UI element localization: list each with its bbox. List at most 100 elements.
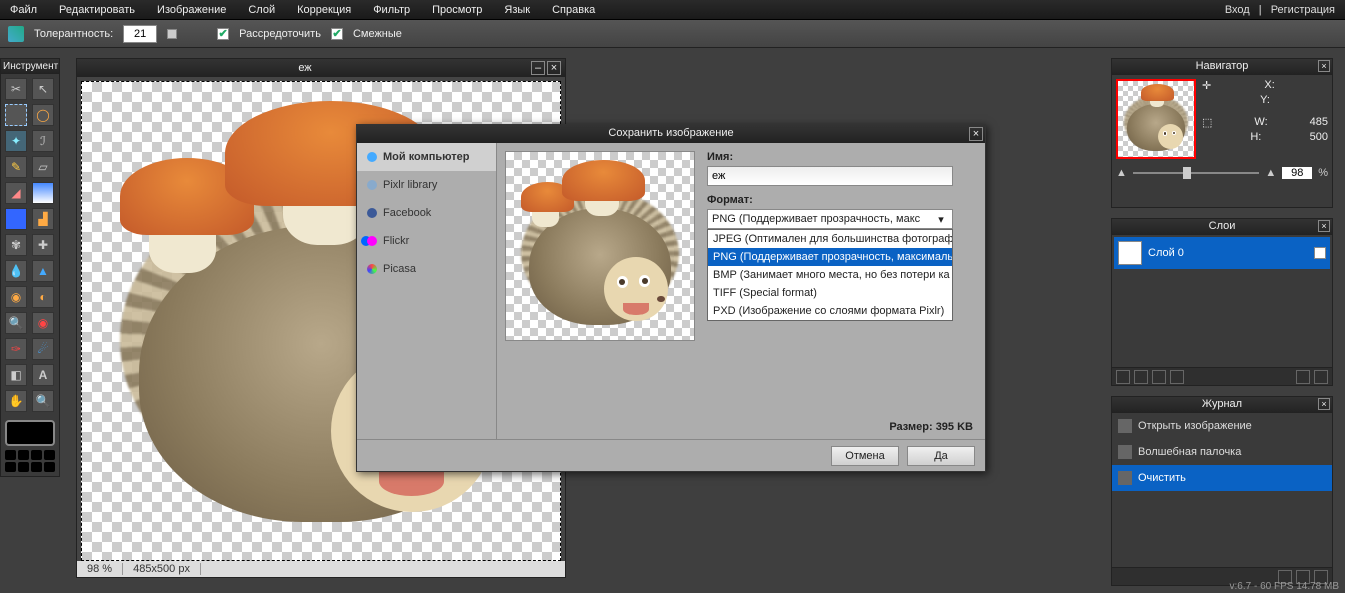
smudge-tool[interactable]: ☄ — [32, 338, 54, 360]
zoom-value[interactable]: 98 — [1282, 167, 1312, 179]
toolbox-title: Инструмент — [1, 59, 59, 74]
menu-edit[interactable]: Редактировать — [59, 4, 135, 16]
tolerance-stepper[interactable] — [167, 29, 177, 39]
color-palette[interactable] — [5, 450, 55, 472]
menu-image[interactable]: Изображение — [157, 4, 226, 16]
dialog-close-icon[interactable]: × — [969, 127, 983, 141]
destination-list: Мой компьютер Pixlr library Facebook Fli… — [357, 143, 497, 439]
eraser-tool[interactable]: ▱ — [32, 156, 54, 178]
navigator-thumbnail[interactable] — [1116, 79, 1196, 159]
pixlr-icon — [367, 180, 377, 190]
layer-settings-icon[interactable] — [1296, 370, 1310, 384]
nav-zoom-tool[interactable]: 🔍 — [32, 390, 54, 412]
format-select[interactable]: PNG (Поддерживает прозрачность, макс▾ — [707, 209, 953, 229]
picasa-icon — [367, 264, 377, 274]
format-option-tiff[interactable]: TIFF (Special format) — [708, 284, 952, 302]
hand-tool[interactable]: ✋ — [5, 390, 27, 412]
history-title: Журнал — [1202, 398, 1242, 410]
contiguous-label: Смежные — [353, 28, 402, 40]
type-tool[interactable]: A — [32, 364, 54, 386]
login-link[interactable]: Вход — [1225, 4, 1250, 16]
save-preview — [505, 151, 695, 341]
dest-flickr[interactable]: Flickr — [357, 227, 496, 255]
flickr-icon — [367, 236, 377, 246]
crop-tool[interactable]: ✂ — [5, 78, 27, 100]
nav-h-value: 500 — [1310, 131, 1328, 143]
format-option-png[interactable]: PNG (Поддерживает прозрачность, максимал… — [708, 248, 952, 266]
dodge-tool[interactable]: ◐ — [32, 286, 54, 308]
zoom-status: 98 % — [77, 563, 123, 575]
layers-close-icon[interactable]: × — [1318, 220, 1330, 232]
marquee-tool[interactable] — [5, 104, 27, 126]
history-close-icon[interactable]: × — [1318, 398, 1330, 410]
wand-tool[interactable]: ✦ — [5, 130, 27, 152]
fill-tool[interactable] — [5, 208, 27, 230]
app-status: v:6.7 - 60 FPS 14.78 MB — [1230, 581, 1340, 593]
eyedropper-tool[interactable]: ✑ — [5, 338, 27, 360]
zoom-in-icon[interactable]: ▲ — [1265, 167, 1276, 179]
save-dialog: Сохранить изображение× Мой компьютер Pix… — [356, 124, 986, 472]
zoom-tool[interactable]: 🔍 — [5, 312, 27, 334]
delete-layer-icon[interactable] — [1314, 370, 1328, 384]
history-item-open[interactable]: Открыть изображение — [1112, 413, 1332, 439]
history-item-clear[interactable]: Очистить — [1112, 465, 1332, 491]
document-title: еж — [81, 62, 529, 74]
lasso-tool[interactable]: ◯ — [32, 104, 54, 126]
layer-up-icon[interactable] — [1152, 370, 1166, 384]
gradient-tool[interactable] — [32, 182, 54, 204]
duplicate-layer-icon[interactable] — [1134, 370, 1148, 384]
shape-tool[interactable]: ◧ — [5, 364, 27, 386]
redeye-tool[interactable]: ◉ — [32, 312, 54, 334]
pencil-tool[interactable]: ✎ — [5, 156, 27, 178]
paint-tool[interactable]: ◢ — [5, 182, 27, 204]
format-option-pxd[interactable]: PXD (Изображение со слоями формата Pixlr… — [708, 302, 952, 320]
wand-icon — [8, 26, 24, 42]
menu-adjustment[interactable]: Коррекция — [297, 4, 351, 16]
sharpen-tool[interactable]: ▲ — [32, 260, 54, 282]
clone-tool[interactable]: ▟ — [32, 208, 54, 230]
blur-tool[interactable]: 💧 — [5, 260, 27, 282]
toolbox-panel: Инструмент ✂ ↖ ◯ ✦ ℐ ✎ ▱ ◢ ▟ ✾ ✚ 💧 ▲ ◉ ◐… — [0, 58, 60, 477]
color-swatch[interactable] — [5, 420, 55, 446]
contiguous-checkbox[interactable]: ✔ — [331, 28, 343, 40]
navigator-close-icon[interactable]: × — [1318, 60, 1330, 72]
new-layer-icon[interactable] — [1116, 370, 1130, 384]
menu-layer[interactable]: Слой — [248, 4, 275, 16]
dest-pixlr[interactable]: Pixlr library — [357, 171, 496, 199]
zoom-slider[interactable] — [1133, 172, 1259, 174]
dest-facebook[interactable]: Facebook — [357, 199, 496, 227]
filename-input[interactable] — [707, 166, 953, 186]
format-option-bmp[interactable]: BMP (Занимает много места, но без потери… — [708, 266, 952, 284]
brush-tool[interactable]: ℐ — [32, 130, 54, 152]
cancel-button[interactable]: Отмена — [831, 446, 899, 466]
facebook-icon — [367, 208, 377, 218]
layer-name: Слой 0 — [1148, 247, 1184, 259]
layer-visibility-checkbox[interactable]: ✔ — [1314, 247, 1326, 259]
menu-help[interactable]: Справка — [552, 4, 595, 16]
format-option-jpeg[interactable]: JPEG (Оптимален для большинства фотограф… — [708, 230, 952, 248]
stamp-tool[interactable]: ✾ — [5, 234, 27, 256]
heal-tool[interactable]: ✚ — [32, 234, 54, 256]
menu-view[interactable]: Просмотр — [432, 4, 482, 16]
ok-button[interactable]: Да — [907, 446, 975, 466]
nav-w-label: W: — [1254, 116, 1267, 129]
close-button[interactable]: × — [547, 61, 561, 75]
tolerance-input[interactable] — [123, 25, 157, 43]
sponge-tool[interactable]: ◉ — [5, 286, 27, 308]
history-item-wand[interactable]: Волшебная палочка — [1112, 439, 1332, 465]
zoom-out-icon[interactable]: ▲ — [1116, 167, 1127, 179]
menu-language[interactable]: Язык — [504, 4, 530, 16]
nav-h-label: H: — [1250, 131, 1261, 143]
minimize-button[interactable]: – — [531, 61, 545, 75]
layer-down-icon[interactable] — [1170, 370, 1184, 384]
antialias-checkbox[interactable]: ✔ — [217, 28, 229, 40]
menu-filter[interactable]: Фильтр — [373, 4, 410, 16]
move-tool[interactable]: ↖ — [32, 78, 54, 100]
dest-picasa[interactable]: Picasa — [357, 255, 496, 283]
history-panel: Журнал × Открыть изображение Волшебная па… — [1111, 396, 1333, 586]
layer-row[interactable]: Слой 0 ✔ — [1114, 237, 1330, 269]
dest-my-computer[interactable]: Мой компьютер — [357, 143, 496, 171]
register-link[interactable]: Регистрация — [1271, 4, 1335, 16]
menu-file[interactable]: Файл — [10, 4, 37, 16]
wand-icon — [1118, 445, 1132, 459]
